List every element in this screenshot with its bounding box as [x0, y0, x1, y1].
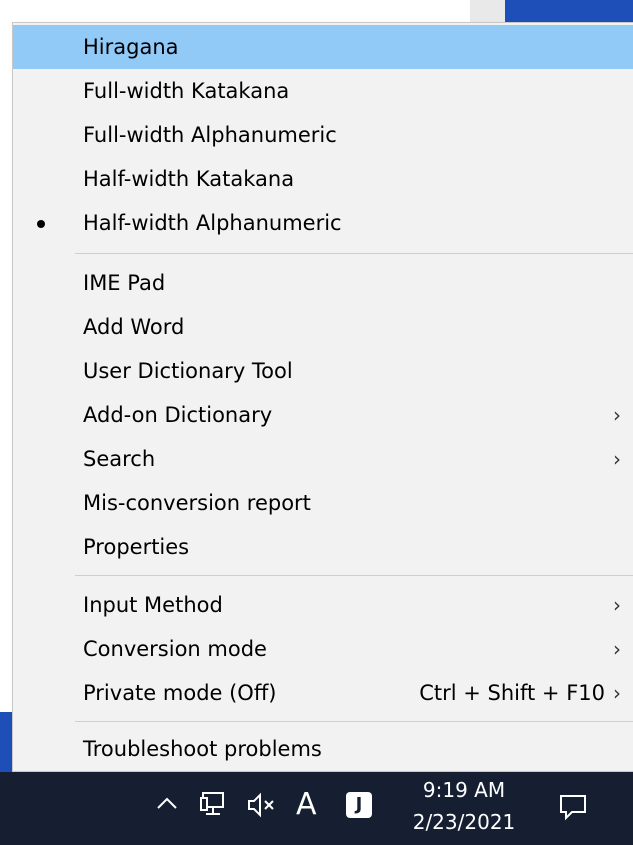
- notifications-icon[interactable]: [558, 792, 588, 822]
- menu-item-input-method[interactable]: Input Method ›: [13, 583, 633, 627]
- menu-separator: [75, 721, 633, 722]
- chevron-right-icon: ›: [613, 447, 621, 471]
- menu-item-label: IME Pad: [83, 271, 166, 295]
- menu-item-add-on-dictionary[interactable]: Add-on Dictionary ›: [13, 393, 633, 437]
- menu-item-label: Conversion mode: [83, 637, 267, 661]
- chevron-right-icon: ›: [613, 637, 621, 661]
- menu-separator: [75, 575, 633, 576]
- menu-item-mis-conversion-report[interactable]: Mis-conversion report: [13, 481, 633, 525]
- ime-context-menu: Hiragana Full-width Katakana Full-width …: [12, 22, 633, 772]
- menu-item-conversion-mode[interactable]: Conversion mode ›: [13, 627, 633, 671]
- menu-item-troubleshoot-problems[interactable]: Troubleshoot problems: [13, 727, 633, 771]
- menu-item-full-width-alphanumeric[interactable]: Full-width Alphanumeric: [13, 113, 633, 157]
- menu-item-label: Search: [83, 447, 156, 471]
- screen: Hiragana Full-width Katakana Full-width …: [0, 0, 633, 845]
- chevron-right-icon: ›: [613, 403, 621, 427]
- menu-item-label: Input Method: [83, 593, 223, 617]
- menu-item-label: Private mode (Off): [83, 681, 277, 705]
- show-hidden-icons-chevron-up-icon[interactable]: [156, 796, 178, 810]
- taskbar: A J 9:19 AM 2/23/2021: [0, 772, 633, 845]
- menu-item-label: Full-width Alphanumeric: [83, 123, 337, 147]
- chevron-right-icon: ›: [613, 681, 621, 705]
- menu-item-label: Hiragana: [83, 35, 179, 59]
- menu-item-label: Add-on Dictionary: [83, 403, 273, 427]
- ime-app-icon[interactable]: J: [346, 792, 372, 818]
- menu-item-shortcut: Ctrl + Shift + F10: [419, 681, 605, 705]
- menu-item-add-word[interactable]: Add Word: [13, 305, 633, 349]
- menu-item-search[interactable]: Search ›: [13, 437, 633, 481]
- menu-item-full-width-katakana[interactable]: Full-width Katakana: [13, 69, 633, 113]
- menu-item-label: User Dictionary Tool: [83, 359, 293, 383]
- menu-item-properties[interactable]: Properties: [13, 525, 633, 569]
- taskbar-clock[interactable]: 9:19 AM 2/23/2021: [396, 774, 532, 838]
- menu-item-label: Add Word: [83, 315, 185, 339]
- menu-item-half-width-katakana[interactable]: Half-width Katakana: [13, 157, 633, 201]
- menu-item-hiragana[interactable]: Hiragana: [13, 25, 633, 69]
- background-window-blue-left: [0, 712, 12, 772]
- selected-bullet-icon: [37, 220, 45, 228]
- ime-mode-indicator-icon[interactable]: A: [296, 788, 317, 822]
- menu-item-label: Full-width Katakana: [83, 79, 290, 103]
- clock-date: 2/23/2021: [412, 810, 516, 834]
- background-window-blue-top: [505, 0, 633, 22]
- menu-item-ime-pad[interactable]: IME Pad: [13, 261, 633, 305]
- menu-separator: [75, 253, 633, 254]
- menu-item-user-dictionary-tool[interactable]: User Dictionary Tool: [13, 349, 633, 393]
- menu-item-label: Half-width Alphanumeric: [83, 211, 342, 235]
- menu-item-half-width-alphanumeric[interactable]: Half-width Alphanumeric: [13, 201, 633, 245]
- menu-item-label: Troubleshoot problems: [83, 737, 322, 761]
- menu-item-label: Properties: [83, 535, 190, 559]
- chevron-right-icon: ›: [613, 593, 621, 617]
- menu-item-private-mode[interactable]: Private mode (Off) Ctrl + Shift + F10 ›: [13, 671, 633, 715]
- network-icon[interactable]: [200, 790, 228, 818]
- menu-item-label: Mis-conversion report: [83, 491, 311, 515]
- clock-time: 9:19 AM: [422, 778, 506, 802]
- menu-item-label: Half-width Katakana: [83, 167, 295, 191]
- volume-muted-icon[interactable]: [246, 792, 278, 818]
